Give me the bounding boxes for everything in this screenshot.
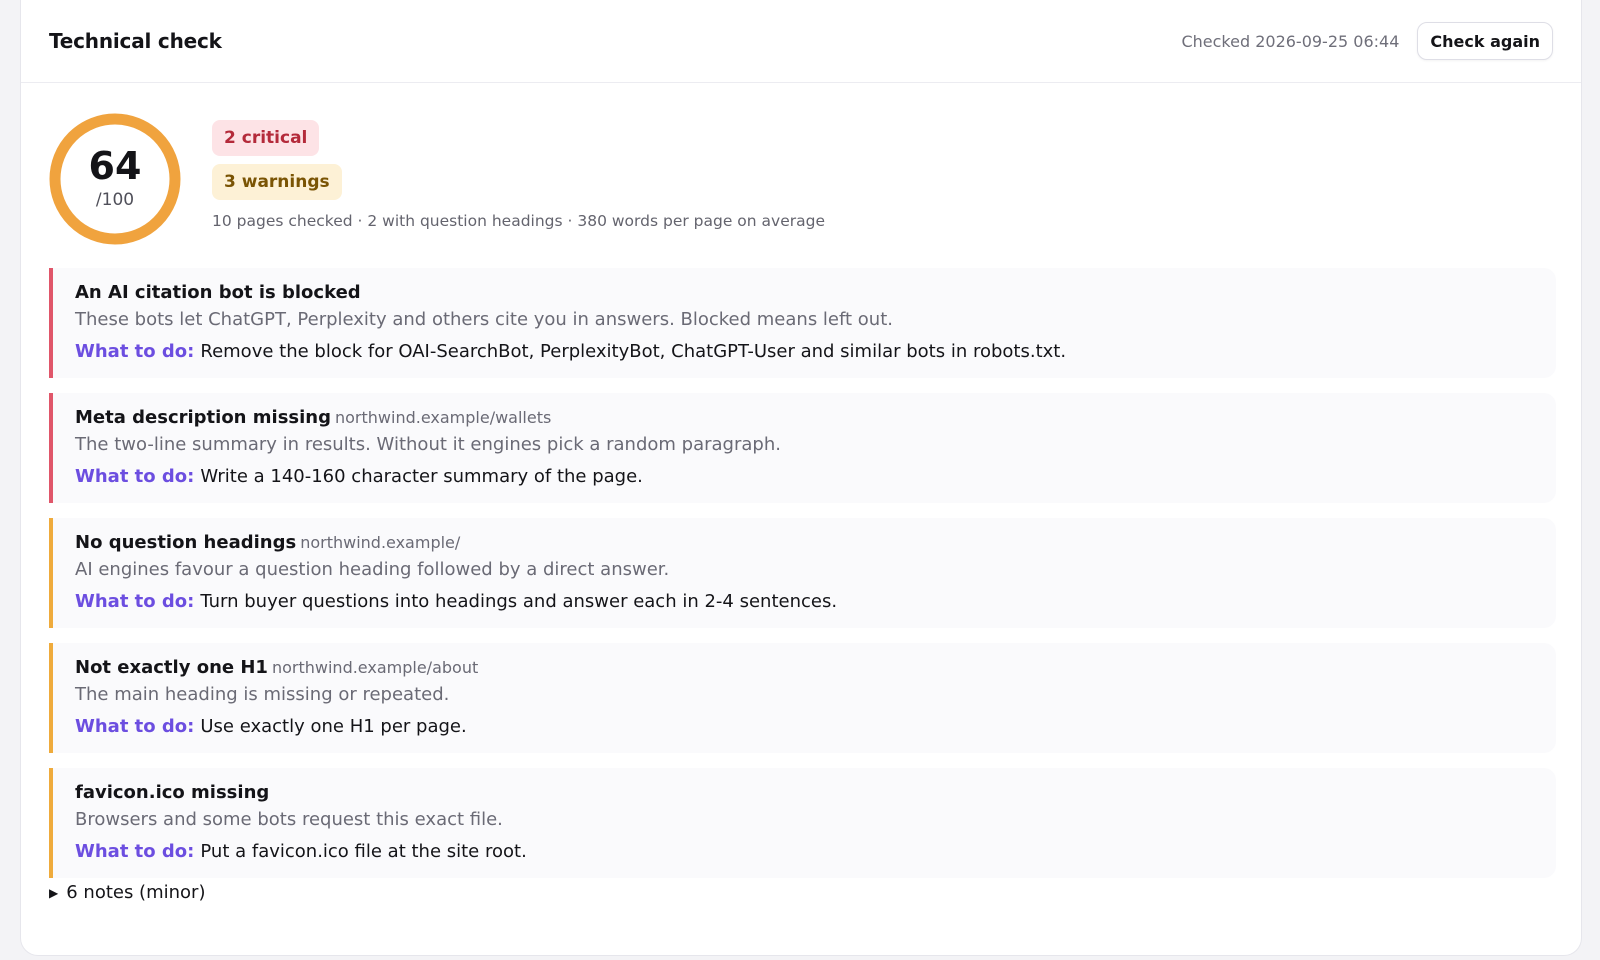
issue-card: Meta description missing northwind.exampl… xyxy=(49,393,1556,503)
issue-description: AI engines favour a question heading fol… xyxy=(75,559,670,580)
score-summary: 64 /100 2 critical 3 warnings 10 pages c… xyxy=(48,112,825,246)
page-title: Technical check xyxy=(49,29,222,53)
checked-timestamp: Checked 2026-09-25 06:44 xyxy=(1181,31,1400,51)
what-to-do-label: What to do: xyxy=(75,341,195,362)
score-out-of: /100 xyxy=(95,190,135,210)
issue-card: favicon.ico missing Browsers and some bo… xyxy=(49,768,1556,878)
issue-title: An AI citation bot is blocked xyxy=(75,282,361,303)
issue-description: Browsers and some bots request this exac… xyxy=(75,809,503,830)
score-value: 64 xyxy=(88,144,142,188)
issue-card: An AI citation bot is blocked These bots… xyxy=(49,268,1556,378)
what-to-do-label: What to do: xyxy=(75,841,195,862)
what-to-do-label: What to do: xyxy=(75,716,195,737)
critical-count-badge: 2 critical xyxy=(212,120,320,156)
issue-title: Meta description missing xyxy=(75,407,331,428)
crawl-stats: 10 pages checked · 2 with question headi… xyxy=(212,212,825,230)
issue-description: The main heading is missing or repeated. xyxy=(75,684,450,705)
issue-action: Put a favicon.ico file at the site root. xyxy=(200,841,527,862)
check-again-button[interactable]: Check again xyxy=(1417,22,1553,60)
issue-description: These bots let ChatGPT, Perplexity and o… xyxy=(75,309,893,330)
what-to-do-label: What to do: xyxy=(75,466,195,487)
issue-url: northwind.example/ xyxy=(300,533,461,552)
minor-notes-label: 6 notes (minor) xyxy=(66,882,206,903)
issue-action: Remove the block for OAI-SearchBot, Perp… xyxy=(200,341,1067,362)
issue-action: Use exactly one H1 per page. xyxy=(200,716,467,737)
issue-title: Not exactly one H1 xyxy=(75,657,268,678)
issue-card: Not exactly one H1 northwind.example/abou… xyxy=(49,643,1556,753)
issue-title: No question headings xyxy=(75,532,297,553)
issue-url: northwind.example/wallets xyxy=(335,408,552,427)
what-to-do-label: What to do: xyxy=(75,591,195,612)
summary-details: 2 critical 3 warnings 10 pages checked ·… xyxy=(212,120,825,246)
issue-title: favicon.ico missing xyxy=(75,782,270,803)
disclosure-triangle-icon: ▶ xyxy=(49,885,59,900)
issue-card: No question headings northwind.example/ A… xyxy=(49,518,1556,628)
minor-notes-toggle[interactable]: ▶ 6 notes (minor) xyxy=(49,882,205,903)
issue-list: An AI citation bot is blocked These bots… xyxy=(49,268,1556,893)
score-ring: 64 /100 xyxy=(48,112,182,246)
issue-action: Write a 140-160 character summary of the… xyxy=(200,466,643,487)
issue-url: northwind.example/about xyxy=(271,658,479,677)
technical-check-card: Technical check Checked 2026-09-25 06:44… xyxy=(20,0,1582,956)
warning-count-badge: 3 warnings xyxy=(212,164,342,200)
issue-description: The two-line summary in results. Without… xyxy=(75,434,781,455)
issue-action: Turn buyer questions into headings and a… xyxy=(200,591,838,612)
card-header: Technical check Checked 2026-09-25 06:44… xyxy=(21,0,1581,83)
